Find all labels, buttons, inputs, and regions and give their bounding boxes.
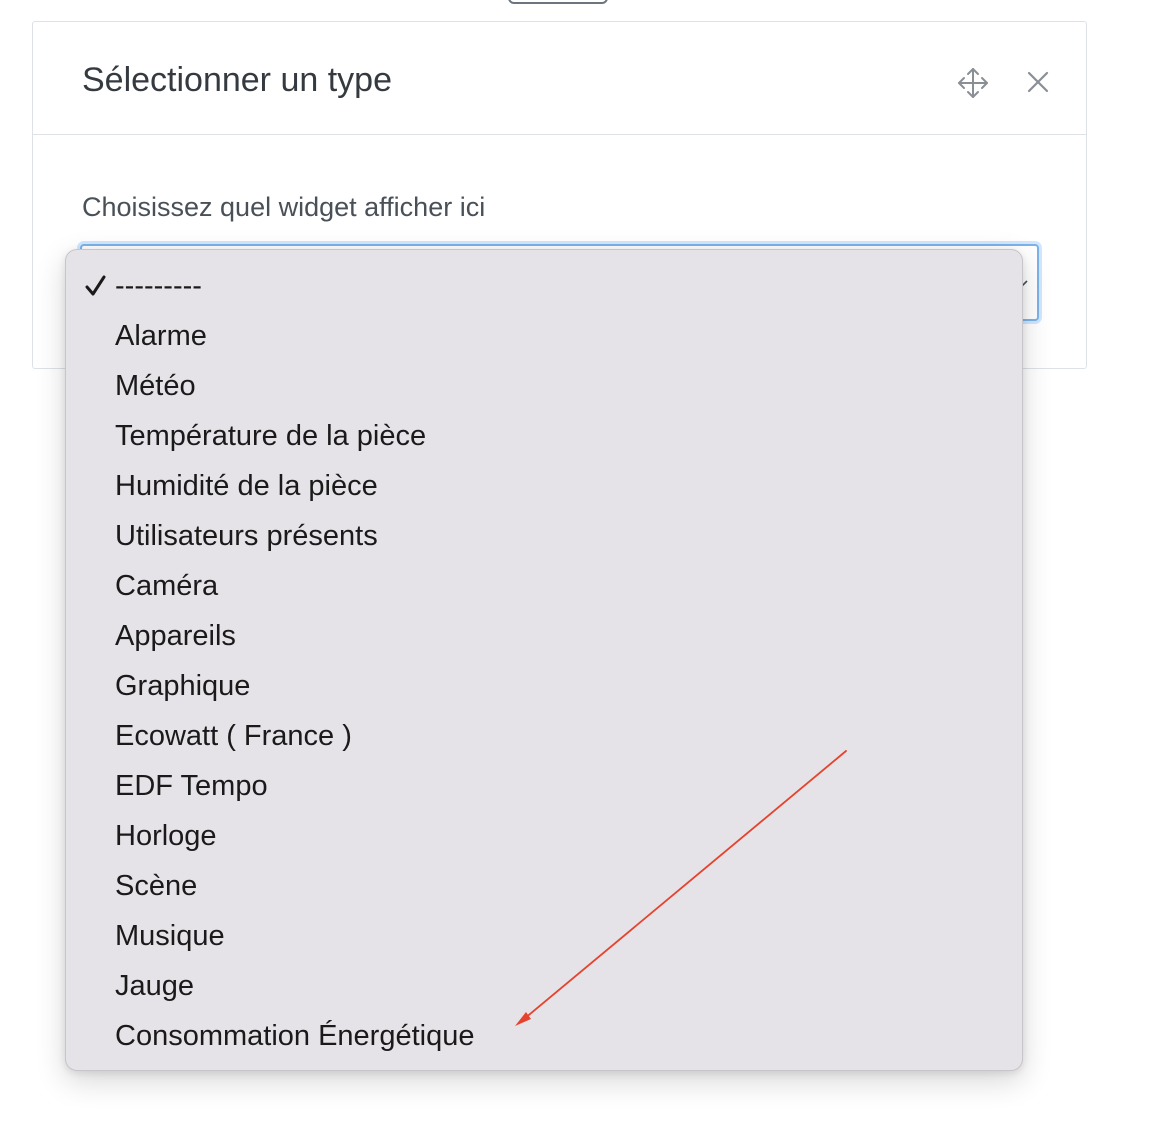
dropdown-option-label: Caméra xyxy=(115,570,219,602)
dropdown-option-label: Appareils xyxy=(115,620,236,652)
dropdown-options-list: --------- Alarme Météo Température de la pi… xyxy=(66,261,1022,1061)
dropdown-option-label: Jauge xyxy=(115,970,195,1002)
dropdown-option-label: Scène xyxy=(115,870,198,902)
move-icon[interactable] xyxy=(956,66,990,100)
modal-header: Sélectionner un type xyxy=(33,22,1086,135)
dropdown-option[interactable]: EDF Tempo xyxy=(66,761,1022,811)
dropdown-option-label: Utilisateurs présents xyxy=(115,520,378,552)
dropdown-option[interactable]: Alarme xyxy=(66,311,1022,361)
dropdown-option[interactable]: Jauge xyxy=(66,961,1022,1011)
dropdown-option-label: Consommation Énergétique xyxy=(115,1020,475,1052)
dropdown-option-label: Météo xyxy=(115,370,196,402)
dropdown-option-label: Graphique xyxy=(115,670,251,702)
dropdown-option[interactable]: Consommation Énergétique xyxy=(66,1011,1022,1061)
dropdown-option-label: Température de la pièce xyxy=(115,420,427,452)
dropdown-option[interactable]: Utilisateurs présents xyxy=(66,511,1022,561)
modal-title: Sélectionner un type xyxy=(82,61,392,99)
dropdown-option[interactable]: Caméra xyxy=(66,561,1022,611)
dropdown-option[interactable]: Humidité de la pièce xyxy=(66,461,1022,511)
close-icon[interactable] xyxy=(1025,69,1051,95)
widget-select-label: Choisissez quel widget afficher ici xyxy=(82,192,486,222)
dropdown-option-label: Alarme xyxy=(115,320,207,352)
dropdown-option[interactable]: Musique xyxy=(66,911,1022,961)
dropdown-option[interactable]: Scène xyxy=(66,861,1022,911)
dropdown-option-label: EDF Tempo xyxy=(115,770,268,802)
dropdown-option-label: --------- xyxy=(115,270,202,302)
dropdown-option[interactable]: Appareils xyxy=(66,611,1022,661)
dropdown-option-label: Musique xyxy=(115,920,225,952)
checkmark-icon xyxy=(85,275,106,296)
dropdown-option-label: Ecowatt ( France ) xyxy=(115,720,352,752)
dropdown-option[interactable]: Météo xyxy=(66,361,1022,411)
dropdown-option-label: Humidité de la pièce xyxy=(115,470,378,502)
top-tab-handle xyxy=(508,0,608,4)
widget-type-dropdown[interactable]: --------- Alarme Météo Température de la pi… xyxy=(65,249,1023,1071)
dropdown-option[interactable]: Température de la pièce xyxy=(66,411,1022,461)
dropdown-option-label: Horloge xyxy=(115,820,217,852)
dropdown-option[interactable]: Ecowatt ( France ) xyxy=(66,711,1022,761)
dropdown-option[interactable]: Graphique xyxy=(66,661,1022,711)
dropdown-option[interactable]: --------- xyxy=(66,261,1022,311)
dropdown-option[interactable]: Horloge xyxy=(66,811,1022,861)
